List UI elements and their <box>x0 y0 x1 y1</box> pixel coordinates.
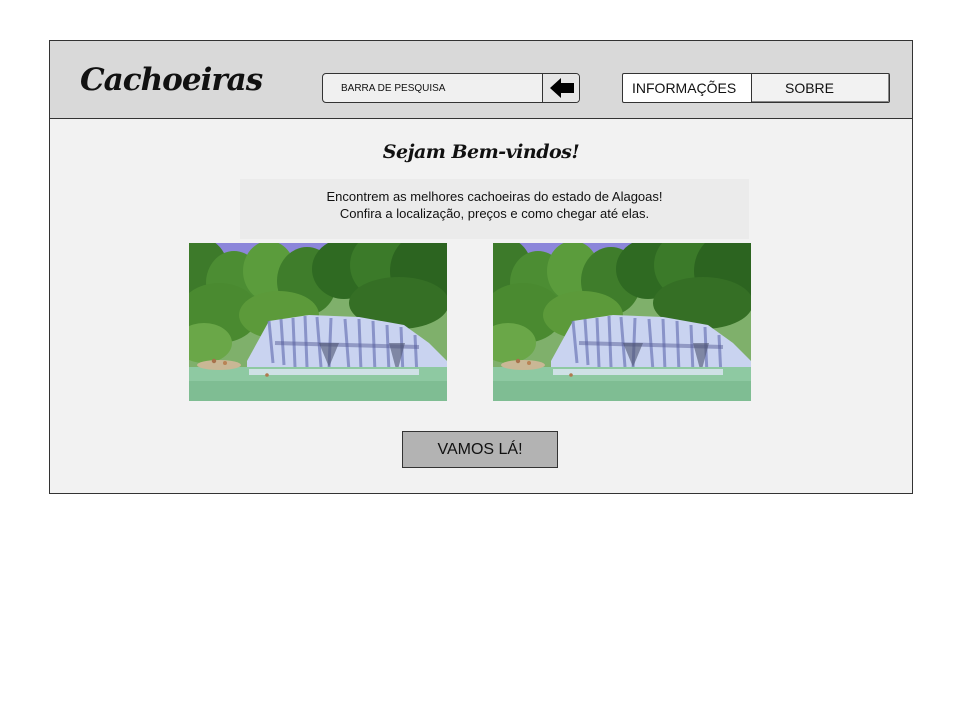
waterfall-photo-2 <box>493 243 751 401</box>
intro-line-2: Confira a localização, preços e como che… <box>339 206 650 221</box>
search-button[interactable] <box>542 74 579 102</box>
brand-logo[interactable]: Cachoeiras <box>80 65 263 96</box>
search-input[interactable] <box>323 74 542 102</box>
waterfall-photo-1 <box>189 243 447 401</box>
intro-line-1: Encontrem as melhores cachoeiras do esta… <box>326 189 663 204</box>
nav-item-sobre[interactable]: SOBRE <box>751 74 889 102</box>
intro-text: Encontrem as melhores cachoeiras do esta… <box>240 179 749 239</box>
arrow-left-icon <box>549 78 574 98</box>
welcome-title: Sejam Bem-vindos! <box>382 141 580 163</box>
page-frame: Cachoeiras INFORMAÇÕES SOBRE Sejam Bem-v… <box>49 40 913 494</box>
vamos-la-button[interactable]: VAMOS LÁ! <box>402 431 558 468</box>
search-bar <box>322 73 580 103</box>
header: Cachoeiras INFORMAÇÕES SOBRE <box>50 41 912 119</box>
top-nav: INFORMAÇÕES SOBRE <box>622 73 890 103</box>
nav-item-informacoes[interactable]: INFORMAÇÕES <box>623 74 751 102</box>
